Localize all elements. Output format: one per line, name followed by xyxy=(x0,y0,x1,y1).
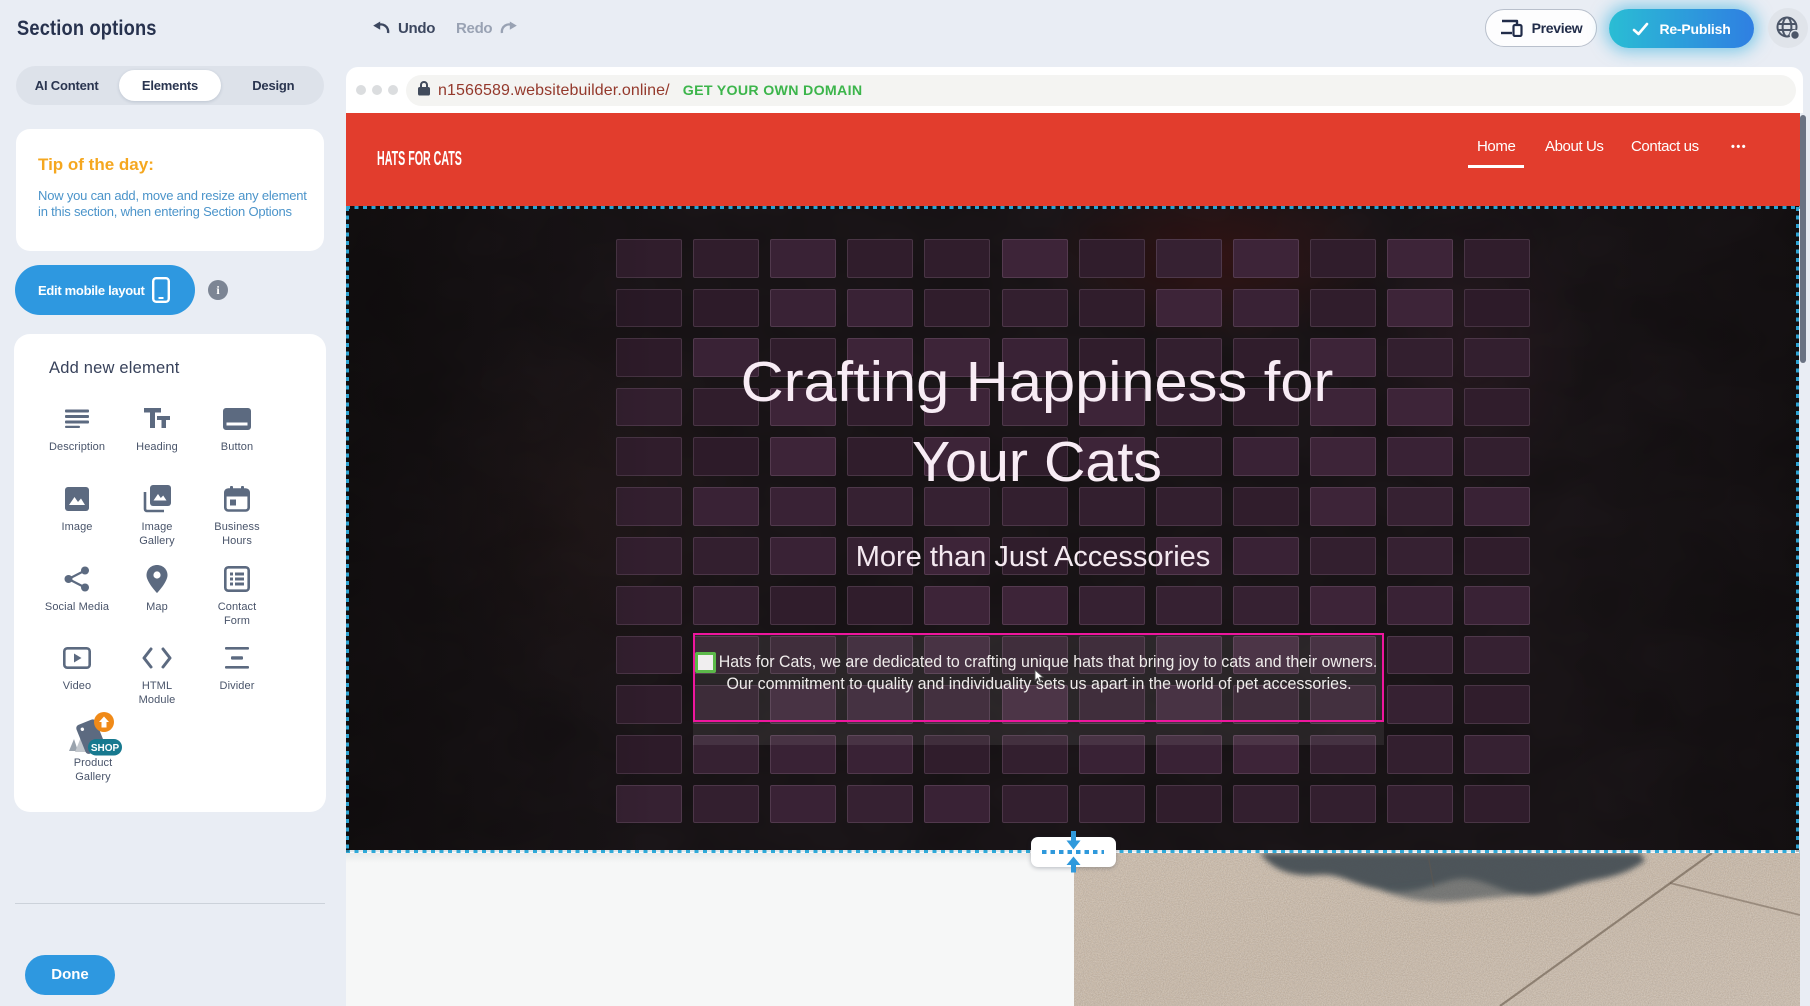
svg-text:SHOP: SHOP xyxy=(91,743,120,754)
